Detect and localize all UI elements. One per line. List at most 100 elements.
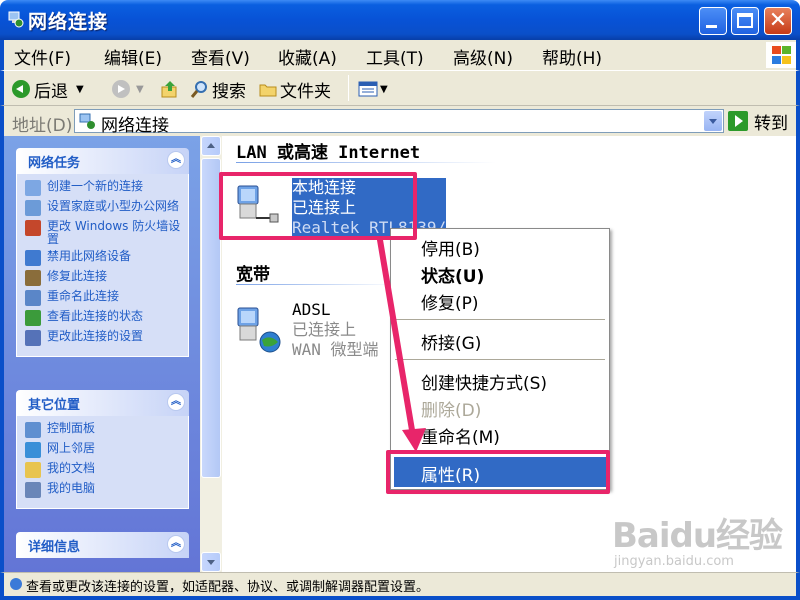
menu-item-repair[interactable]: 修复(P) <box>421 289 479 314</box>
adsl-connection-icon <box>237 307 281 353</box>
place-my-computer[interactable]: 我的电脑 <box>25 482 188 498</box>
go-button[interactable]: 转到 <box>728 109 788 134</box>
chevron-down-icon: ▼ <box>136 83 144 95</box>
task-label: 设置家庭或小型办公网络 <box>47 199 180 213</box>
close-icon: ✕ <box>768 8 788 33</box>
scroll-down-button[interactable] <box>201 552 221 572</box>
menu-item-create-shortcut[interactable]: 创建快捷方式(S) <box>421 369 547 394</box>
my-computer-icon <box>25 482 41 498</box>
other-places-panel: 其它位置 ︽ 控制面板 网上邻居 我的文档 我的电脑 <box>16 390 189 509</box>
adsl-connection[interactable]: ADSL 已连接上 WAN 微型端 <box>292 300 379 360</box>
go-arrow-icon <box>728 111 748 131</box>
scroll-thumb[interactable] <box>201 158 221 478</box>
search-button[interactable]: 搜索 <box>190 77 246 102</box>
task-label: 更改此连接的设置 <box>47 329 144 343</box>
address-bar: 地址(D) 网络连接 转到 <box>0 106 800 136</box>
task-change-settings[interactable]: 更改此连接的设置 <box>25 330 188 346</box>
up-folder-button[interactable] <box>160 77 180 101</box>
home-network-icon <box>25 200 41 216</box>
group-divider <box>236 162 496 163</box>
task-pane: 网络任务 ︽ 创建一个新的连接 设置家庭或小型办公网络 更改 Windows 防… <box>4 136 200 572</box>
back-arrow-icon <box>12 80 30 98</box>
my-documents-icon <box>25 462 41 478</box>
maximize-icon <box>737 13 753 28</box>
address-input[interactable]: 网络连接 <box>74 109 724 136</box>
maximize-button[interactable] <box>731 7 759 35</box>
place-my-documents[interactable]: 我的文档 <box>25 462 188 478</box>
place-label: 我的文档 <box>47 461 96 475</box>
group-header-broadband: 宽带 <box>236 265 270 285</box>
search-label: 搜索 <box>212 81 246 102</box>
task-rename[interactable]: 重命名此连接 <box>25 290 188 306</box>
collapse-chevron-icon[interactable]: ︽ <box>167 535 185 553</box>
settings-icon <box>25 330 41 346</box>
info-icon <box>10 578 22 590</box>
task-label: 修复此连接 <box>47 269 108 283</box>
scroll-up-button[interactable] <box>201 136 221 156</box>
task-home-network[interactable]: 设置家庭或小型办公网络 <box>25 200 188 216</box>
views-button[interactable]: ▼ <box>358 77 388 101</box>
network-tasks-panel: 网络任务 ︽ 创建一个新的连接 设置家庭或小型办公网络 更改 Windows 防… <box>16 148 189 357</box>
network-tasks-title: 网络任务 <box>28 156 81 171</box>
menu-tools[interactable]: 工具(T) <box>366 44 424 69</box>
back-label: 后退 <box>34 81 68 102</box>
adsl-connection-status: 已连接上 <box>292 320 357 339</box>
control-panel-icon <box>25 422 41 438</box>
task-create-connection[interactable]: 创建一个新的连接 <box>25 180 188 196</box>
details-header[interactable]: 详细信息 ︽ <box>16 532 189 558</box>
minimize-button[interactable] <box>699 7 727 35</box>
collapse-chevron-icon[interactable]: ︽ <box>167 393 185 411</box>
menu-advanced[interactable]: 高级(N) <box>453 44 513 69</box>
task-view-status[interactable]: 查看此连接的状态 <box>25 310 188 326</box>
menu-bar: 文件(F) 编辑(E) 查看(V) 收藏(A) 工具(T) 高级(N) 帮助(H… <box>0 40 800 70</box>
menu-separator <box>395 319 605 320</box>
search-icon <box>190 81 207 98</box>
menu-item-rename[interactable]: 重命名(M) <box>421 423 500 448</box>
status-bar: 查看或更改该连接的设置，如适配器、协议、或调制解调器配置设置。 <box>0 572 800 600</box>
task-label: 重命名此连接 <box>47 289 120 303</box>
folders-label: 文件夹 <box>280 81 331 102</box>
network-places-icon <box>25 442 41 458</box>
menu-edit[interactable]: 编辑(E) <box>104 44 162 69</box>
task-label: 创建一个新的连接 <box>47 179 144 193</box>
place-label: 我的电脑 <box>47 481 96 495</box>
task-repair[interactable]: 修复此连接 <box>25 270 188 286</box>
menu-file[interactable]: 文件(F) <box>14 44 71 69</box>
menu-item-disable[interactable]: 停用(B) <box>421 235 480 260</box>
back-button[interactable]: 后退 ▼ <box>12 77 84 102</box>
new-connection-icon <box>25 180 41 196</box>
menu-item-bridge[interactable]: 桥接(G) <box>421 329 481 354</box>
repair-wrench-icon <box>25 270 41 286</box>
highlight-box-properties <box>386 450 610 494</box>
menu-help[interactable]: 帮助(H) <box>542 44 602 69</box>
views-icon <box>358 81 378 97</box>
address-dropdown-button[interactable] <box>704 111 722 131</box>
menu-item-status[interactable]: 状态(U) <box>421 262 484 287</box>
title-bar[interactable]: 网络连接 ✕ <box>0 0 800 40</box>
address-label: 地址(D) <box>12 116 73 136</box>
place-label: 控制面板 <box>47 421 96 435</box>
other-places-header[interactable]: 其它位置 ︽ <box>16 390 189 416</box>
task-label: 更改 Windows 防火墙设置 <box>47 219 181 246</box>
menu-favorites[interactable]: 收藏(A) <box>278 44 337 69</box>
folders-button[interactable]: 文件夹 <box>258 77 331 102</box>
other-places-title: 其它位置 <box>28 398 81 413</box>
minimize-icon <box>706 25 717 28</box>
network-tasks-header[interactable]: 网络任务 ︽ <box>16 148 189 174</box>
chevron-down-icon: ▼ <box>76 83 84 95</box>
status-text: 查看或更改该连接的设置，如适配器、协议、或调制解调器配置设置。 <box>26 580 430 595</box>
chevron-down-icon: ▼ <box>380 83 388 95</box>
forward-button[interactable]: ▼ <box>112 77 144 101</box>
place-control-panel[interactable]: 控制面板 <box>25 422 188 438</box>
windows-logo-icon <box>766 42 796 68</box>
place-network-neighborhood[interactable]: 网上邻居 <box>25 442 188 458</box>
details-panel: 详细信息 ︽ <box>16 532 189 558</box>
rename-icon <box>25 290 41 306</box>
menu-view[interactable]: 查看(V) <box>191 44 250 69</box>
close-button[interactable]: ✕ <box>764 7 792 35</box>
toolbar-separator <box>348 75 349 101</box>
task-firewall[interactable]: 更改 Windows 防火墙设置 <box>25 220 188 246</box>
up-folder-icon <box>161 81 177 98</box>
task-disable-device[interactable]: 禁用此网络设备 <box>25 250 188 266</box>
collapse-chevron-icon[interactable]: ︽ <box>167 151 185 169</box>
